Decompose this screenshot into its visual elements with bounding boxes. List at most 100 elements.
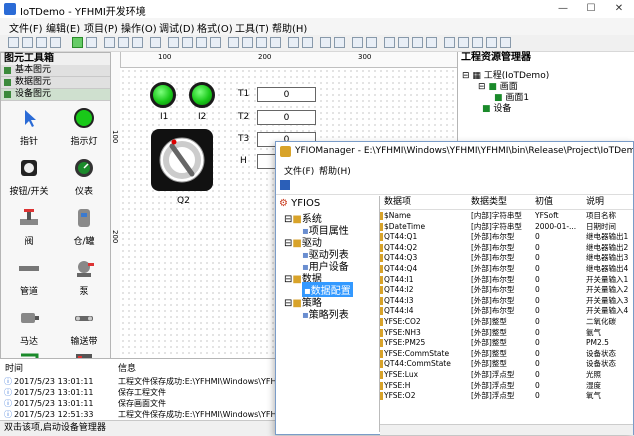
tool-valve[interactable]: 阀 bbox=[1, 203, 57, 248]
tool-tank[interactable]: 仓/罐 bbox=[56, 203, 112, 248]
group-icon[interactable] bbox=[352, 37, 363, 48]
grid-row[interactable]: QT44:I1 [外部]布尔型 0 开关量输入1 bbox=[380, 275, 633, 285]
tool-pipe[interactable]: 管道 bbox=[1, 253, 57, 298]
log-row[interactable]: ⓘ 2017/5/23 13:01:11 保存工程文件 bbox=[0, 387, 275, 398]
tool-button-switch[interactable]: 按钮/开关 bbox=[1, 153, 57, 198]
col-header-desc[interactable]: 说明 bbox=[586, 196, 604, 209]
same-height-icon[interactable] bbox=[256, 37, 267, 48]
tool-conveyor[interactable]: 输送带 bbox=[56, 303, 112, 348]
v-space-icon[interactable] bbox=[302, 37, 313, 48]
align-left-icon[interactable] bbox=[168, 37, 179, 48]
maximize-button[interactable]: ☐ bbox=[577, 0, 605, 18]
flip-icon[interactable] bbox=[412, 37, 423, 48]
grid-row[interactable]: QT44:Q3 [外部]布尔型 0 继电器输出3 bbox=[380, 253, 633, 263]
menu-debug[interactable]: 调试(D) bbox=[159, 20, 195, 35]
menu-operation[interactable]: 操作(O) bbox=[121, 20, 157, 35]
tree-devices[interactable]: ■ 设备 bbox=[482, 101, 511, 114]
log-row[interactable]: ⓘ 2017/5/23 13:01:11 工程文件保存成功:E:\YFHMI\W… bbox=[0, 376, 288, 387]
tool-indicator[interactable]: 指示灯 bbox=[56, 103, 112, 148]
group-data[interactable]: 数据图元 bbox=[1, 77, 110, 89]
undo-icon[interactable] bbox=[150, 37, 161, 48]
download-icon[interactable] bbox=[86, 37, 97, 48]
grid-row[interactable]: QT44:I2 [外部]布尔型 0 开关量输入2 bbox=[380, 285, 633, 295]
tool-motor[interactable]: 马达 bbox=[1, 303, 57, 348]
align-right-icon[interactable] bbox=[196, 37, 207, 48]
group-basic[interactable]: 基本图元 bbox=[1, 65, 110, 77]
grid-row[interactable]: QT44:Q4 [外部]布尔型 0 继电器输出4 bbox=[380, 264, 633, 274]
menu-project[interactable]: 项目(P) bbox=[84, 20, 118, 35]
tool-gauge[interactable]: 仪表 bbox=[56, 153, 112, 198]
textbox-t2[interactable]: 0 bbox=[257, 110, 316, 125]
log-row[interactable]: ⓘ 2017/5/23 13:01:11 保存画面文件 bbox=[0, 398, 275, 409]
bring-front-icon[interactable] bbox=[320, 37, 331, 48]
menu-help[interactable]: 帮助(H) bbox=[272, 20, 307, 35]
col-header-type[interactable]: 数据类型 bbox=[471, 196, 507, 209]
send-back-icon[interactable] bbox=[334, 37, 345, 48]
grid-row[interactable]: YFSE:CommState [外部]整型 0 设备状态 bbox=[380, 349, 633, 359]
col-header-init[interactable]: 初值 bbox=[535, 196, 553, 209]
grid-cell: [外部]布尔型 bbox=[471, 242, 515, 252]
zoom-in-icon[interactable] bbox=[444, 37, 455, 48]
yfio-menu-file[interactable]: 文件(F) bbox=[284, 164, 314, 177]
grid-row[interactable]: YFSE:O2 [外部]浮点型 0 氧气 bbox=[380, 391, 633, 401]
new-file-icon[interactable] bbox=[8, 37, 19, 48]
minimize-button[interactable]: — bbox=[549, 0, 577, 18]
save-icon[interactable] bbox=[36, 37, 47, 48]
grid-row[interactable]: $Name [内部]字符串型 YFSoft 项目名称 bbox=[380, 211, 633, 221]
menu-file[interactable]: 文件(F) bbox=[9, 20, 43, 35]
align-bottom-icon[interactable] bbox=[228, 37, 239, 48]
run-icon[interactable] bbox=[72, 37, 83, 48]
group-device[interactable]: 设备图元 bbox=[1, 89, 110, 101]
tree-strategy-list[interactable]: ▪策略列表 bbox=[302, 306, 349, 321]
col-header-name[interactable]: 数据项 bbox=[384, 196, 411, 209]
ungroup-icon[interactable] bbox=[366, 37, 377, 48]
grid-row[interactable]: YFSE:NH3 [外部]整型 0 氨气 bbox=[380, 328, 633, 338]
grid-row[interactable]: YFSE:CO2 [外部]整型 0 二氧化碳 bbox=[380, 317, 633, 327]
grid-row[interactable]: QT44:I4 [外部]布尔型 0 开关量输入4 bbox=[380, 306, 633, 316]
tool-pump[interactable]: 泵 bbox=[56, 253, 112, 298]
copy-icon[interactable] bbox=[118, 37, 129, 48]
lock-icon[interactable] bbox=[384, 37, 395, 48]
same-width-icon[interactable] bbox=[242, 37, 253, 48]
grid-row[interactable]: YFSE:Lux [外部]浮点型 0 光照 bbox=[380, 370, 633, 380]
grid-scrollbar[interactable] bbox=[380, 424, 633, 435]
grid-cell: 日期时间 bbox=[586, 221, 616, 231]
close-button[interactable]: ✕ bbox=[605, 0, 633, 18]
indicator-i1[interactable] bbox=[150, 82, 176, 108]
menu-tools[interactable]: 工具(T) bbox=[235, 20, 269, 35]
yfio-menu-help[interactable]: 帮助(H) bbox=[319, 164, 351, 177]
paste-icon[interactable] bbox=[132, 37, 143, 48]
grid-row[interactable]: QT44:Q1 [外部]布尔型 0 继电器输出1 bbox=[380, 232, 633, 242]
snap-icon[interactable] bbox=[500, 37, 511, 48]
indicator-i2[interactable] bbox=[189, 82, 215, 108]
save-all-icon[interactable] bbox=[50, 37, 61, 48]
grid-row[interactable]: YFSE:H [外部]浮点型 0 湿度 bbox=[380, 381, 633, 391]
log-row[interactable]: ⓘ 2017/5/23 12:51:33 工程文件保存成功:E:\YFHMI\W… bbox=[0, 409, 275, 420]
grid-row[interactable]: YFSE:PM25 [外部]整型 0 PM2.5 bbox=[380, 338, 633, 348]
tool-pointer[interactable]: 指针 bbox=[1, 103, 57, 148]
h-space-icon[interactable] bbox=[288, 37, 299, 48]
grid-row[interactable]: $DateTime [内部]字符串型 2000-01-... 日期时间 bbox=[380, 222, 633, 232]
yfio-save-icon[interactable] bbox=[280, 180, 290, 190]
rotate-icon[interactable] bbox=[398, 37, 409, 48]
align-center-icon[interactable] bbox=[182, 37, 193, 48]
menu-format[interactable]: 格式(O) bbox=[197, 20, 233, 35]
grid-row[interactable]: QT44:CommState [外部]整型 0 设备状态 bbox=[380, 359, 633, 369]
layer-icon[interactable] bbox=[486, 37, 497, 48]
rotary-switch-q2[interactable] bbox=[150, 128, 214, 192]
tree-yfios[interactable]: ⚙ YFIOS bbox=[279, 198, 320, 209]
window-title: IoTDemo - YFHMI开发环境 bbox=[20, 7, 146, 18]
menu-edit[interactable]: 编辑(E) bbox=[46, 20, 80, 35]
grid-cell: YFSE:O2 bbox=[384, 391, 416, 401]
open-icon[interactable] bbox=[22, 37, 33, 48]
data-item-icon bbox=[380, 349, 383, 358]
same-size-icon[interactable] bbox=[270, 37, 281, 48]
align-top-icon[interactable] bbox=[210, 37, 221, 48]
textbox-t1[interactable]: 0 bbox=[257, 87, 316, 102]
grid-row[interactable]: QT44:I3 [外部]布尔型 0 开关量输入3 bbox=[380, 296, 633, 306]
grid-row[interactable]: QT44:Q2 [外部]布尔型 0 继电器输出2 bbox=[380, 243, 633, 253]
grid-icon[interactable] bbox=[426, 37, 437, 48]
cut-icon[interactable] bbox=[104, 37, 115, 48]
fit-icon[interactable] bbox=[472, 37, 483, 48]
zoom-out-icon[interactable] bbox=[458, 37, 469, 48]
